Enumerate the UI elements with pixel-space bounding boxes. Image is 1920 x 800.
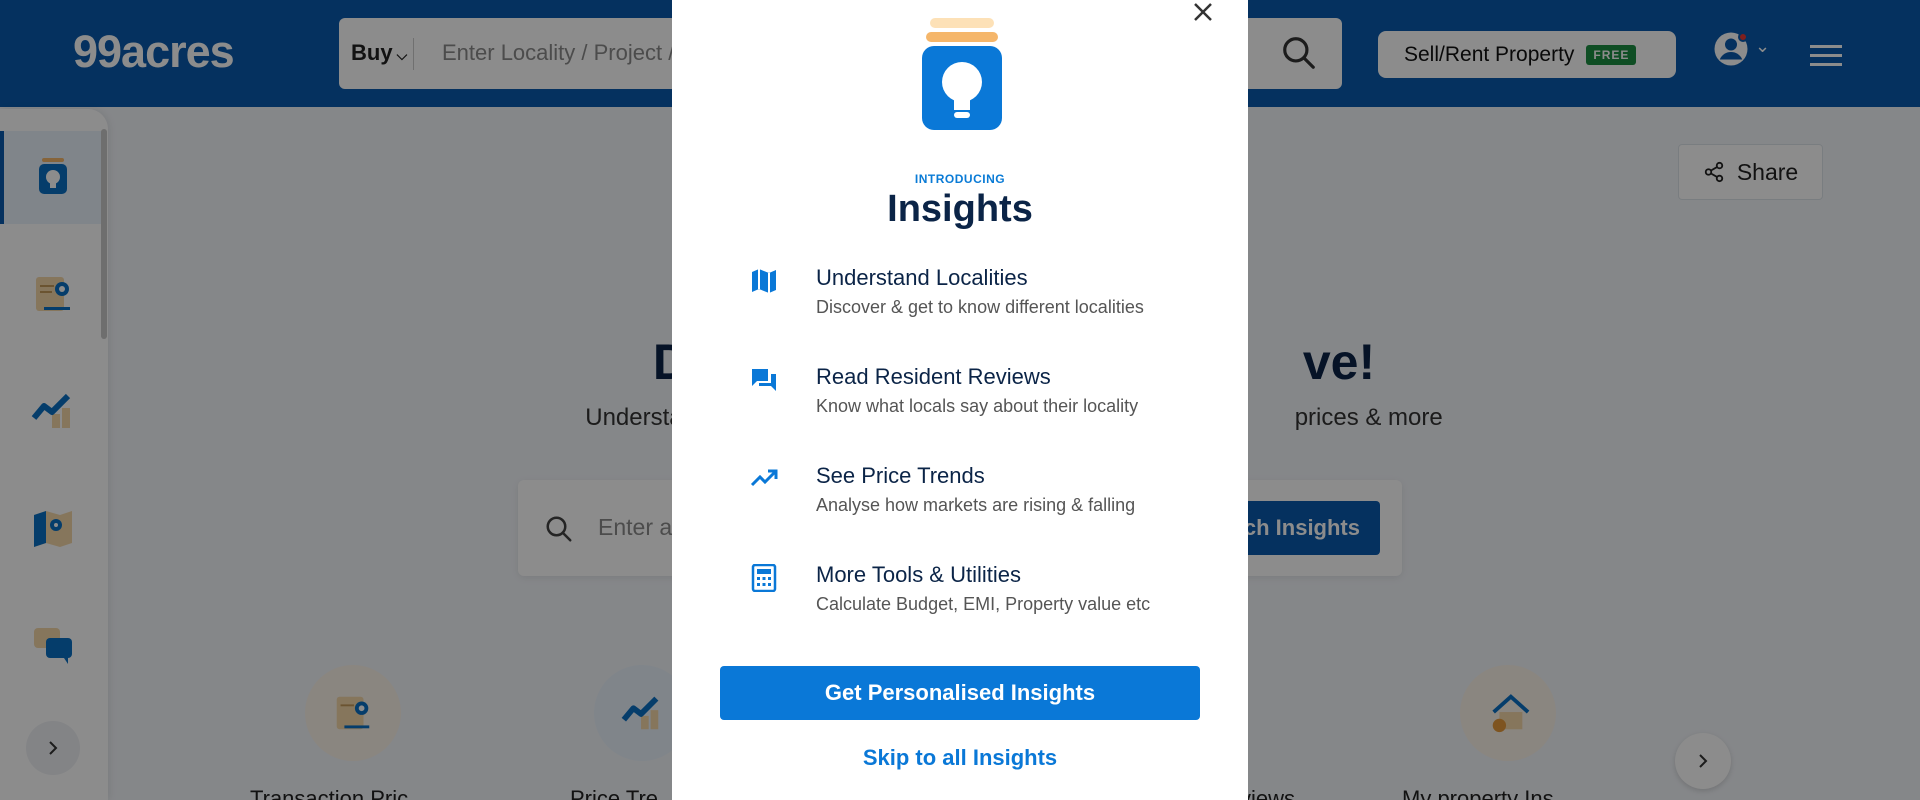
close-icon[interactable] (1188, 0, 1218, 26)
insights-intro-modal: INTRODUCING Insights Understand Localiti… (672, 0, 1248, 800)
feature-description: Analyse how markets are rising & falling (816, 495, 1136, 515)
map-icon (752, 269, 776, 293)
feature-title: More Tools & Utilities (816, 562, 1021, 587)
get-personalised-insights-button[interactable]: Get Personalised Insights (720, 666, 1200, 720)
feature-title: Read Resident Reviews (816, 364, 1051, 389)
trend-up-icon (750, 469, 778, 487)
feature-description: Calculate Budget, EMI, Property value et… (816, 594, 1151, 614)
feature-title: See Price Trends (816, 463, 985, 488)
feature-description: Discover & get to know different localit… (816, 297, 1144, 317)
lightbulb-icon (922, 18, 1002, 130)
modal-title: Insights (887, 188, 1033, 230)
modal-eyebrow: INTRODUCING (914, 172, 1006, 186)
chat-icon (752, 369, 776, 391)
feature-title: Understand Localities (816, 265, 1028, 290)
calculator-icon (751, 564, 777, 592)
skip-to-all-insights-link[interactable]: Skip to all Insights (672, 745, 1248, 771)
feature-description: Know what locals say about their localit… (816, 396, 1139, 416)
